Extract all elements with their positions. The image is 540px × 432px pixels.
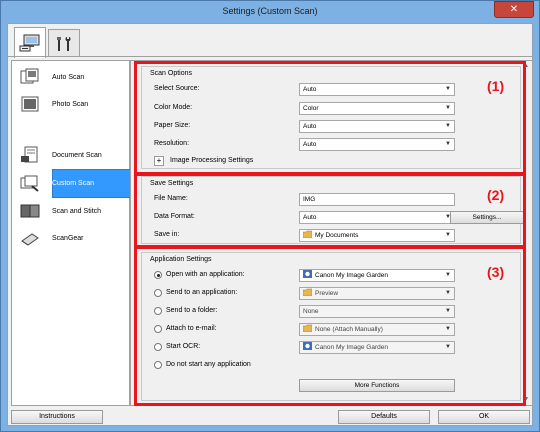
highlight-frame-1 bbox=[134, 61, 526, 175]
scan-and-stitch-icon bbox=[20, 204, 40, 218]
sidebar-item-label: Document Scan bbox=[52, 151, 102, 159]
section-marker-2: (2) bbox=[487, 187, 505, 203]
defaults-button[interactable]: Defaults bbox=[338, 410, 430, 424]
settings-window: Settings (Custom Scan) ✕ Auto Scan Photo… bbox=[0, 0, 540, 432]
dialog-client-area: Auto Scan Photo Scan Document Scan Custo… bbox=[7, 23, 533, 426]
window-title: Settings (Custom Scan) bbox=[222, 6, 318, 16]
section-marker-1: (1) bbox=[487, 78, 505, 94]
scangear-icon bbox=[21, 233, 39, 246]
close-button[interactable]: ✕ bbox=[494, 1, 534, 18]
sidebar-item-auto-scan[interactable]: Auto Scan bbox=[12, 64, 129, 90]
sidebar-item-custom-scan[interactable]: Custom Scan bbox=[12, 170, 129, 196]
instructions-button[interactable]: Instructions bbox=[11, 410, 103, 424]
sidebar-item-scangear[interactable]: ScanGear bbox=[12, 225, 129, 251]
custom-scan-icon bbox=[20, 175, 39, 192]
sidebar-item-photo-scan[interactable]: Photo Scan bbox=[12, 91, 129, 117]
sidebar-item-label: ScanGear bbox=[52, 234, 84, 242]
auto-scan-icon bbox=[20, 68, 39, 84]
tab-divider bbox=[8, 56, 532, 57]
sidebar-item-scan-and-stitch[interactable]: Scan and Stitch bbox=[12, 198, 129, 224]
highlight-frame-3 bbox=[134, 246, 526, 406]
document-scan-icon bbox=[21, 146, 38, 163]
photo-scan-icon bbox=[21, 96, 39, 112]
section-marker-3: (3) bbox=[487, 264, 505, 280]
sidebar-item-label: Auto Scan bbox=[52, 73, 85, 81]
tab-general-settings[interactable] bbox=[48, 29, 80, 57]
sidebar-item-label: Photo Scan bbox=[52, 100, 89, 108]
ok-button[interactable]: OK bbox=[438, 410, 530, 424]
highlight-frame-2 bbox=[134, 173, 526, 248]
sidebar-item-label: Custom Scan bbox=[52, 179, 95, 187]
sidebar-item-document-scan[interactable]: Document Scan bbox=[12, 142, 129, 168]
scan-type-sidebar: Auto Scan Photo Scan Document Scan Custo… bbox=[11, 60, 133, 406]
general-settings-tools-icon bbox=[57, 36, 71, 51]
tab-scan-from-computer[interactable] bbox=[14, 27, 46, 58]
scan-from-computer-icon bbox=[19, 34, 40, 52]
settings-panel: ▲ ▼ Scan Options Select Source: Auto ▼ Co… bbox=[130, 60, 533, 406]
sidebar-item-label: Scan and Stitch bbox=[52, 207, 102, 215]
